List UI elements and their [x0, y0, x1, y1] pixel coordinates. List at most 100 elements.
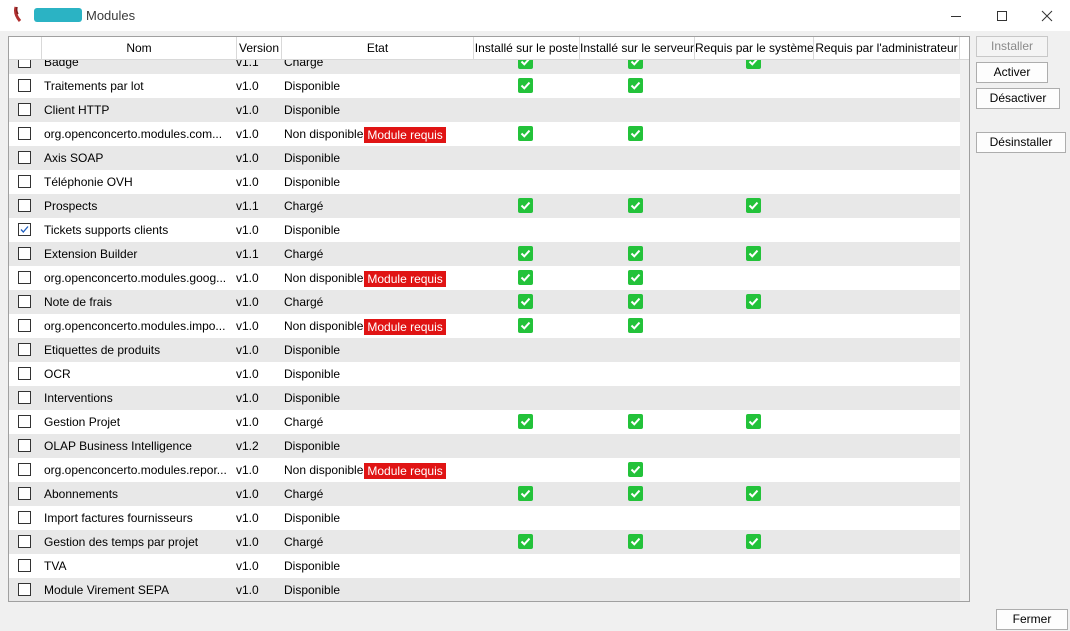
table-row[interactable]: org.openconcerto.modules.com... v1.0 Non d… [9, 122, 960, 146]
module-etat: Chargé [284, 194, 474, 218]
header-installe-poste[interactable]: Installé sur le poste [474, 37, 580, 59]
row-checkbox[interactable] [18, 487, 31, 500]
module-name: Gestion Projet [44, 415, 121, 429]
module-etat: Disponible [284, 146, 474, 170]
row-checkbox[interactable] [18, 103, 31, 116]
row-checkbox[interactable] [18, 343, 31, 356]
row-checkbox[interactable] [18, 559, 31, 572]
row-checkbox[interactable] [18, 535, 31, 548]
installed-serveur-checkmark-icon [628, 486, 643, 501]
installed-poste-checkmark-icon [518, 294, 533, 309]
row-checkbox[interactable] [18, 415, 31, 428]
row-checkbox[interactable] [18, 463, 31, 476]
installed-poste-checkmark-icon [518, 270, 533, 285]
redacted-title-part [34, 8, 82, 22]
table-row[interactable]: TVA v1.0 Disponible [9, 554, 960, 578]
module-etat: Chargé [284, 242, 474, 266]
required-system-checkmark-icon [746, 246, 761, 261]
module-etat: Chargé [284, 290, 474, 314]
header-requis-admin[interactable]: Requis par l'administrateur [814, 37, 960, 59]
table-row[interactable]: Import factures fournisseurs v1.0 Disponib… [9, 506, 960, 530]
table-row[interactable]: Extension Builder v1.1 Chargé [9, 242, 960, 266]
installed-poste-checkmark-icon [518, 534, 533, 549]
etat-label: Non disponible [284, 319, 364, 333]
row-checkbox[interactable] [18, 511, 31, 524]
row-checkbox[interactable] [18, 175, 31, 188]
etat-label: Disponible [284, 343, 341, 357]
installed-serveur-checkmark-icon [628, 246, 643, 261]
desactiver-button[interactable]: Désactiver [976, 88, 1060, 109]
required-badge: Module requis [364, 462, 446, 479]
header-etat[interactable]: Etat [282, 37, 474, 59]
minimize-button[interactable] [933, 0, 979, 31]
row-checkbox[interactable] [18, 199, 31, 212]
header-nom[interactable]: Nom [42, 37, 237, 59]
table-row[interactable]: OCR v1.0 Disponible [9, 362, 960, 386]
module-version: v1.0 [236, 175, 259, 189]
table-row[interactable]: Gestion des temps par projet v1.0 Chargé [9, 530, 960, 554]
table-row[interactable]: Module Virement SEPA v1.0 Disponible [9, 578, 960, 601]
module-etat: Non disponible Module requis [284, 314, 474, 338]
table-row[interactable]: org.openconcerto.modules.goog... v1.0 Non … [9, 266, 960, 290]
installer-button[interactable]: Installer [976, 36, 1048, 57]
table-row[interactable]: Etiquettes de produits v1.0 Disponible [9, 338, 960, 362]
module-etat: Disponible [284, 74, 474, 98]
table-row[interactable]: org.openconcerto.modules.impo... v1.0 Non … [9, 314, 960, 338]
module-name: Abonnements [44, 487, 119, 501]
table-row[interactable]: Gestion Projet v1.0 Chargé [9, 410, 960, 434]
header-version[interactable]: Version [237, 37, 282, 59]
row-checkbox[interactable] [18, 583, 31, 596]
row-checkbox[interactable] [18, 319, 31, 332]
table-row[interactable]: Prospects v1.1 Chargé [9, 194, 960, 218]
row-checkbox[interactable] [18, 271, 31, 284]
table-row[interactable]: Traitements par lot v1.0 Disponible [9, 74, 960, 98]
module-etat: Non disponible Module requis [284, 458, 474, 482]
module-version: v1.0 [236, 127, 259, 141]
etat-label: Chargé [284, 295, 324, 309]
etat-label: Non disponible [284, 271, 364, 285]
header-requis-systeme[interactable]: Requis par le système [695, 37, 814, 59]
row-checkbox[interactable] [18, 391, 31, 404]
table-row[interactable]: OLAP Business Intelligence v1.2 Disponible [9, 434, 960, 458]
required-badge: Module requis [364, 270, 446, 287]
row-checkbox[interactable] [18, 439, 31, 452]
etat-label: Disponible [284, 583, 341, 597]
etat-label: Chargé [284, 487, 324, 501]
table-row[interactable]: Téléphonie OVH v1.0 Disponible [9, 170, 960, 194]
installed-serveur-checkmark-icon [628, 270, 643, 285]
etat-label: Disponible [284, 151, 341, 165]
module-etat: Non disponible Module requis [284, 122, 474, 146]
fermer-button[interactable]: Fermer [996, 609, 1068, 630]
table-row[interactable]: Axis SOAP v1.0 Disponible [9, 146, 960, 170]
installed-poste-checkmark-icon [518, 318, 533, 333]
row-checkbox[interactable] [18, 367, 31, 380]
table-row[interactable]: Tickets supports clients v1.0 Disponible [9, 218, 960, 242]
desinstaller-button[interactable]: Désinstaller [976, 132, 1066, 153]
vertical-scrollbar[interactable] [960, 37, 969, 601]
row-checkbox[interactable] [18, 295, 31, 308]
module-etat: Chargé [284, 530, 474, 554]
row-checkbox[interactable] [18, 247, 31, 260]
header-installe-serveur[interactable]: Installé sur le serveur [580, 37, 695, 59]
row-checkbox[interactable] [18, 79, 31, 92]
row-checkbox[interactable] [18, 151, 31, 164]
module-etat: Chargé [284, 410, 474, 434]
window-title: Modules [86, 8, 136, 23]
required-badge: Module requis [364, 126, 446, 143]
table-row[interactable]: Client HTTP v1.0 Disponible [9, 98, 960, 122]
etat-label: Non disponible [284, 463, 364, 477]
close-button[interactable] [1024, 0, 1070, 31]
maximize-button[interactable] [979, 0, 1025, 31]
table-row[interactable]: org.openconcerto.modules.repor... v1.0 Non… [9, 458, 960, 482]
table-row[interactable]: Interventions v1.0 Disponible [9, 386, 960, 410]
row-checkbox[interactable] [18, 223, 31, 236]
module-version: v1.0 [236, 343, 259, 357]
table-row[interactable]: Abonnements v1.0 Chargé [9, 482, 960, 506]
header-check[interactable] [9, 37, 42, 59]
activer-button[interactable]: Activer [976, 62, 1048, 83]
etat-label: Disponible [284, 223, 341, 237]
module-version: v1.0 [236, 559, 259, 573]
row-checkbox[interactable] [18, 127, 31, 140]
table-row[interactable]: Note de frais v1.0 Chargé [9, 290, 960, 314]
module-version: v1.0 [236, 79, 259, 93]
